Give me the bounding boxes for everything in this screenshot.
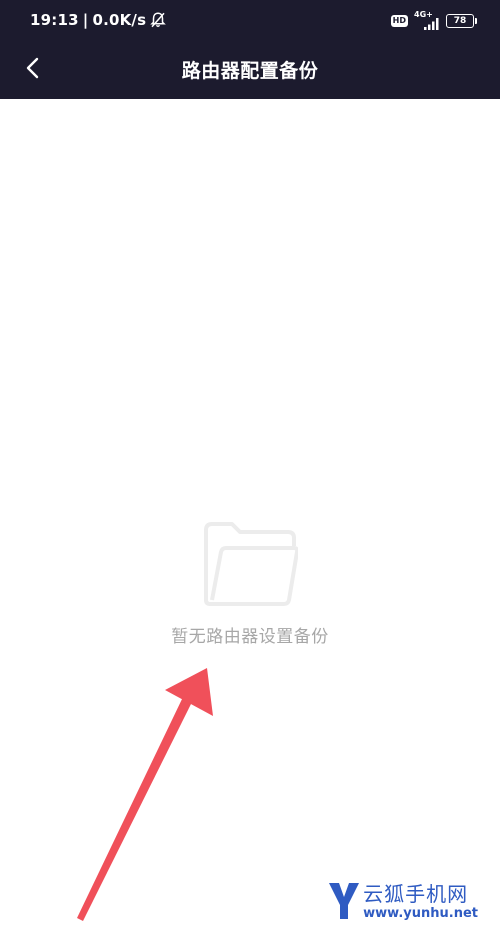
app-header: 19:13 | 0.0K/s HD 4G+ 78 路由器配置备份 bbox=[0, 0, 500, 99]
nav-bar: 路由器配置备份 bbox=[0, 42, 500, 99]
bell-muted-icon bbox=[150, 12, 167, 28]
watermark-url: www.yunhu.net bbox=[363, 905, 478, 921]
status-time: 19:13 bbox=[30, 11, 79, 29]
status-right: HD 4G+ 78 bbox=[390, 10, 477, 30]
arrow-annotation bbox=[77, 668, 213, 921]
signal-icon bbox=[424, 18, 439, 30]
status-left: 19:13 | 0.0K/s bbox=[30, 11, 167, 29]
signal-indicator: 4G+ bbox=[414, 10, 440, 30]
watermark-name: 云狐手机网 bbox=[363, 881, 469, 906]
folder-icon bbox=[204, 522, 298, 606]
watermark-text: 云狐手机网 www.yunhu.net bbox=[363, 882, 478, 921]
status-bar: 19:13 | 0.0K/s HD 4G+ 78 bbox=[0, 0, 500, 42]
status-net-speed: 0.0K/s bbox=[92, 11, 147, 29]
battery-level: 78 bbox=[453, 15, 467, 26]
watermark-logo-icon bbox=[329, 883, 360, 919]
hd-badge: HD bbox=[390, 15, 408, 27]
watermark: 云狐手机网 www.yunhu.net bbox=[327, 881, 478, 921]
status-separator: | bbox=[82, 11, 89, 29]
empty-state-message: 暂无路由器设置备份 bbox=[171, 627, 329, 647]
battery-icon: 78 bbox=[446, 14, 477, 28]
empty-state: 暂无路由器设置备份 bbox=[0, 520, 500, 647]
page-title: 路由器配置备份 bbox=[181, 60, 319, 82]
